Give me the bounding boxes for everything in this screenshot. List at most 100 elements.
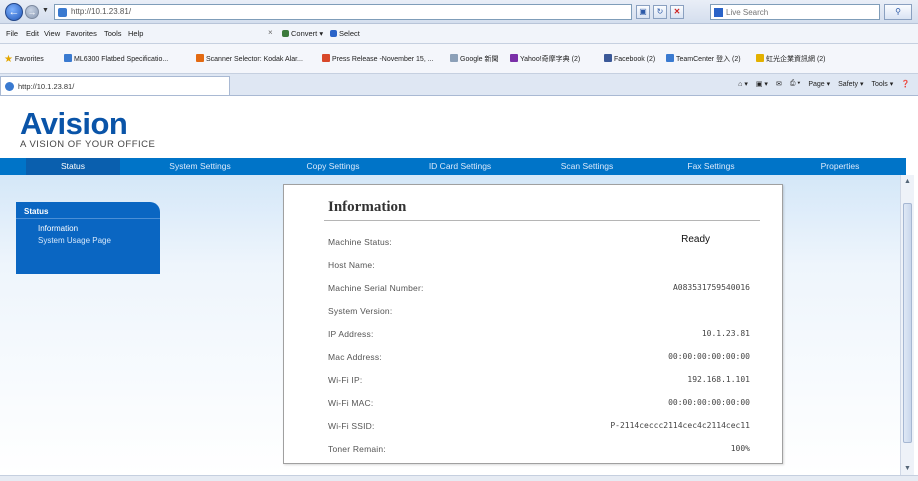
info-row-serial-number: Machine Serial Number: A083531759540016: [328, 283, 750, 295]
toner-remain-value: 100%: [730, 444, 750, 453]
tab-status[interactable]: Status: [26, 158, 120, 175]
select-icon: [330, 30, 337, 37]
sidebar-item-information[interactable]: Information: [38, 224, 78, 233]
wifi-ssid-value: P-2114ceccc2114cec4c2114cec11: [610, 421, 750, 430]
content-area: Status Information System Usage Page Inf…: [0, 175, 900, 475]
favorites-bar: ★ Favorites ML6300 Flatbed Specificatio.…: [0, 44, 918, 74]
help-icon[interactable]: ❓: [901, 80, 910, 88]
sidebar-item-system-usage-page[interactable]: System Usage Page: [38, 236, 111, 245]
compatibility-icon[interactable]: ▣: [636, 5, 650, 19]
info-label: Machine Serial Number:: [328, 283, 424, 293]
page-menu[interactable]: Page ▾: [808, 80, 830, 88]
tools-menu[interactable]: Tools ▾: [871, 80, 893, 88]
favorites-button[interactable]: ★ Favorites: [4, 54, 44, 65]
fav-item-scanner-selector[interactable]: Scanner Selector: Kodak Alar...: [196, 54, 303, 63]
news-icon: [450, 54, 458, 62]
toolbar-close-icon[interactable]: ×: [268, 28, 273, 37]
wifi-ip-value: 192.168.1.101: [687, 375, 750, 384]
home-icon[interactable]: ⌂ ▾: [738, 80, 748, 88]
menu-view[interactable]: View: [44, 29, 60, 38]
tab-properties[interactable]: Properties: [790, 158, 890, 175]
browser-tab[interactable]: http://10.1.23.81/: [0, 76, 230, 95]
info-label: Host Name:: [328, 260, 375, 270]
info-label: Wi-Fi MAC:: [328, 398, 374, 408]
scroll-down-icon[interactable]: ▼: [902, 463, 913, 474]
info-label: Machine Status:: [328, 237, 392, 247]
back-arrow-icon[interactable]: ←: [5, 3, 23, 21]
info-row-machine-status: Machine Status: Ready: [328, 234, 750, 249]
search-go-icon[interactable]: ⚲: [884, 4, 912, 20]
info-row-wifi-ssid: Wi-Fi SSID: P-2114ceccc2114cec4c2114cec1…: [328, 421, 750, 433]
menu-bar: File Edit View Favorites Tools Help × Co…: [0, 24, 918, 44]
scroll-up-icon[interactable]: ▲: [902, 176, 913, 187]
search-input[interactable]: [726, 6, 876, 18]
main-nav: Status System Settings Copy Settings ID …: [0, 158, 906, 175]
fav-item-google-news[interactable]: Google 新聞: [450, 54, 499, 64]
facebook-icon: [604, 54, 612, 62]
fav-item-press-release[interactable]: Press Release -November 15, ...: [322, 54, 434, 63]
info-row-mac-address: Mac Address: 00:00:00:00:00:00: [328, 352, 750, 364]
menu-help[interactable]: Help: [128, 29, 143, 38]
refresh-icon[interactable]: ↻: [653, 5, 667, 19]
url-field[interactable]: http://10.1.23.81/: [54, 4, 632, 20]
info-label: System Version:: [328, 306, 393, 316]
stop-icon[interactable]: ✕: [670, 5, 684, 19]
machine-status-value: Ready: [681, 234, 710, 245]
feeds-icon[interactable]: ▣ ▾: [756, 80, 768, 88]
scroll-thumb[interactable]: [903, 203, 912, 443]
menu-edit[interactable]: Edit: [26, 29, 39, 38]
fav-item-facebook[interactable]: Facebook (2): [604, 54, 655, 63]
convert-button[interactable]: Convert ▾: [282, 29, 323, 38]
page-icon: [666, 54, 674, 62]
fav-item-teamcenter[interactable]: TeamCenter 登入 (2): [666, 54, 741, 64]
fav-item-ml6300[interactable]: ML6300 Flatbed Specificatio...: [64, 54, 168, 63]
info-row-wifi-mac: Wi-Fi MAC: 00:00:00:00:00:00: [328, 398, 750, 410]
web-page: Avision A VISION OF YOUR OFFICE Status S…: [0, 96, 918, 481]
avision-logo: Avision A VISION OF YOUR OFFICE: [20, 106, 155, 150]
panel-title: Information: [328, 199, 407, 215]
sidebar-title: Status: [24, 207, 49, 216]
tab-copy-settings[interactable]: Copy Settings: [278, 158, 388, 175]
kodak-icon: [196, 54, 204, 62]
url-text: http://10.1.23.81/: [71, 7, 132, 16]
info-row-wifi-ip: Wi-Fi IP: 192.168.1.101: [328, 375, 750, 387]
tab-scan-settings[interactable]: Scan Settings: [532, 158, 642, 175]
search-box[interactable]: [710, 4, 880, 20]
brand-tagline: A VISION OF YOUR OFFICE: [20, 139, 156, 150]
select-button[interactable]: Select: [330, 29, 360, 38]
ie-page-icon: [5, 82, 14, 91]
mail-icon[interactable]: ✉: [776, 80, 782, 88]
command-bar: ⌂ ▾ ▣ ▾ ✉ ⎙ ▾ Page ▾ Safety ▾ Tools ▾ ❓: [738, 80, 910, 88]
tab-fax-settings[interactable]: Fax Settings: [656, 158, 766, 175]
page-icon: [58, 8, 67, 17]
tab-strip: http://10.1.23.81/ ⌂ ▾ ▣ ▾ ✉ ⎙ ▾ Page ▾ …: [0, 74, 918, 96]
page-icon: [322, 54, 330, 62]
live-search-icon: [714, 8, 723, 17]
menu-favorites[interactable]: Favorites: [66, 29, 97, 38]
info-row-toner-remain: Toner Remain: 100%: [328, 444, 750, 456]
vertical-scrollbar[interactable]: ▲ ▼: [900, 175, 914, 475]
menu-tools[interactable]: Tools: [104, 29, 122, 38]
sidebar-divider: [16, 218, 160, 219]
print-icon[interactable]: ⎙ ▾: [790, 80, 801, 88]
history-dropdown-icon[interactable]: ▼: [42, 7, 49, 14]
fav-item-avision-info[interactable]: 虹光企業資訊網 (2): [756, 54, 826, 64]
forward-arrow-icon[interactable]: →: [25, 5, 39, 19]
tab-title: http://10.1.23.81/: [18, 82, 75, 91]
safety-menu[interactable]: Safety ▾: [838, 80, 863, 88]
info-label: Wi-Fi SSID:: [328, 421, 375, 431]
serial-number-value: A083531759540016: [672, 283, 750, 292]
information-panel: Information Machine Status: Ready Host N…: [283, 184, 783, 464]
info-row-host-name: Host Name:: [328, 260, 750, 272]
convert-icon: [282, 30, 289, 37]
info-row-ip-address: IP Address: 10.1.23.81: [328, 329, 750, 341]
title-divider: [324, 220, 760, 221]
tab-system-settings[interactable]: System Settings: [140, 158, 260, 175]
fav-item-yahoo-dictionary[interactable]: Yahoo!奇摩字典 (2): [510, 54, 580, 64]
menu-file[interactable]: File: [6, 29, 18, 38]
brand-name: Avision: [20, 106, 128, 141]
browser-address-bar: ← → ▼ http://10.1.23.81/ ▣ ↻ ✕ ⚲: [0, 0, 918, 24]
wifi-mac-value: 00:00:00:00:00:00: [668, 398, 750, 407]
tab-id-card-settings[interactable]: ID Card Settings: [400, 158, 520, 175]
sidebar: Status Information System Usage Page: [16, 202, 160, 274]
